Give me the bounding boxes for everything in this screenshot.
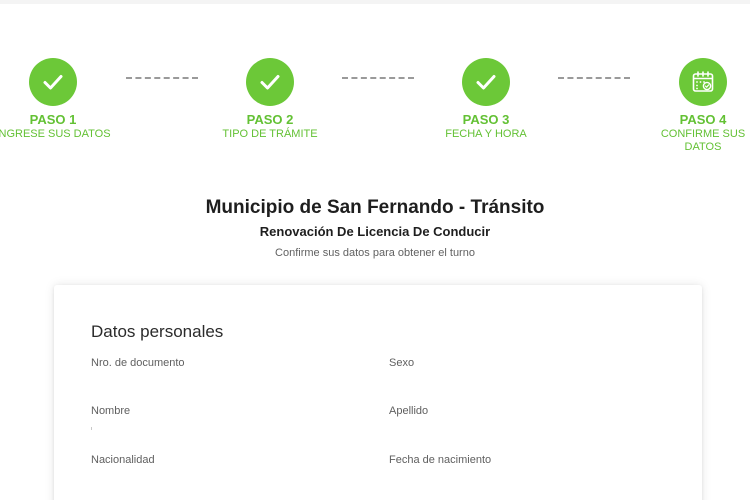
document-label: Nro. de documento <box>91 357 185 369</box>
personal-data-card: Datos personales Nro. de documento Sexo … <box>54 285 702 500</box>
step-1-label: INGRESE SUS DATOS <box>0 128 111 140</box>
step-connector <box>342 77 414 79</box>
page-description: Confirme sus datos para obtener el turno <box>275 247 475 259</box>
nationality-label: Nacionalidad <box>91 454 155 466</box>
step-3-label: FECHA Y HORA <box>445 128 527 140</box>
step-1-circle <box>29 58 77 106</box>
last-name-label: Apellido <box>389 405 429 417</box>
card-title: Datos personales <box>91 322 224 341</box>
step-1: PASO 1 INGRESE SUS DATOS <box>0 58 118 141</box>
step-2-circle <box>246 58 294 106</box>
check-icon <box>260 75 280 90</box>
page-title: Municipio de San Fernando - Tránsito <box>205 197 545 218</box>
confirmation-page: PASO 1 INGRESE SUS DATOS PASO 2 TIPO DE … <box>0 0 750 500</box>
step-4-label: CONFIRME SUS DATOS <box>660 128 746 153</box>
step-3-circle <box>462 58 510 106</box>
check-icon <box>43 75 63 90</box>
step-3-number: PASO 3 <box>462 112 510 127</box>
step-4-number: PASO 4 <box>679 112 727 127</box>
page-heading: Municipio de San Fernando - Tránsito Ren… <box>0 196 750 260</box>
step-2: PASO 2 TIPO DE TRÁMITE <box>205 58 335 141</box>
step-1-number: PASO 1 <box>29 112 77 127</box>
page-subtitle: Renovación De Licencia De Conducir <box>259 224 491 239</box>
birth-date-label: Fecha de nacimiento <box>389 454 492 466</box>
step-4-circle <box>679 58 727 106</box>
check-icon <box>476 75 496 90</box>
step-4: PASO 4 CONFIRME SUS DATOS <box>638 58 750 154</box>
step-2-number: PASO 2 <box>246 112 294 127</box>
first-name-label: Nombre <box>91 405 131 417</box>
step-2-label: TIPO DE TRÁMITE <box>222 128 318 140</box>
step-3: PASO 3 FECHA Y HORA <box>421 58 551 141</box>
first-name-value <box>91 427 92 430</box>
step-connector <box>126 77 198 79</box>
step-connector <box>558 77 630 79</box>
calendar-check-icon <box>692 71 714 92</box>
sex-label: Sexo <box>389 357 415 369</box>
top-bar <box>0 0 750 4</box>
